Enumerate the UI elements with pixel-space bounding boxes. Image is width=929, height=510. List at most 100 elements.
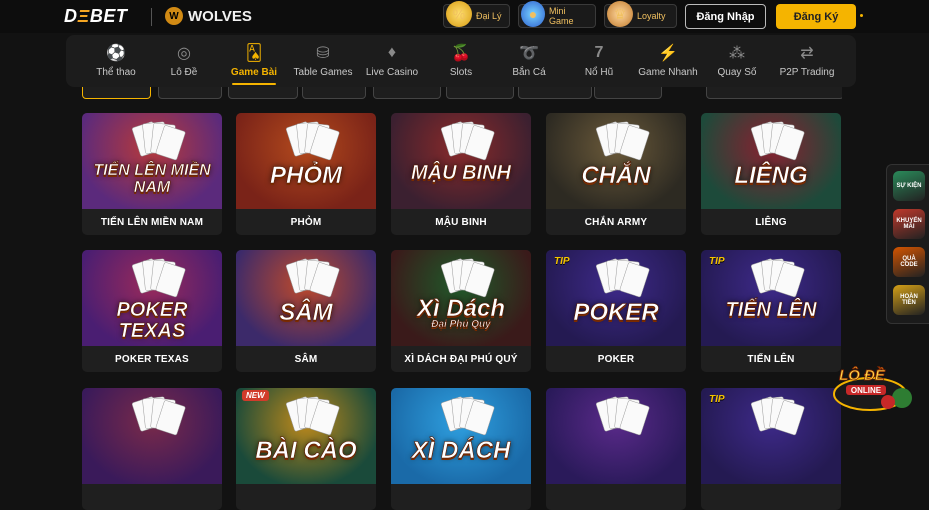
login-button[interactable]: Đăng Nhập [685, 4, 766, 29]
playing-cards-icon: 🂡 [245, 45, 263, 62]
promo-label: Đại Lý [476, 11, 502, 21]
game-thumbnail: TIP TIẾN LÊN [701, 250, 841, 346]
tab-live-casino[interactable]: ♦ Live Casino [364, 35, 420, 87]
provider-tab[interactable] [158, 87, 222, 99]
promo-icon[interactable]: KHUYẾN MÃI [893, 209, 925, 239]
game-thumbnail: Xì Dách Đại Phú Quý [391, 250, 531, 346]
promo-loyalty-button[interactable]: ♛ Loyalty [604, 1, 677, 28]
tab-p2p-trading[interactable]: ⇄ P2P Trading [774, 35, 840, 87]
game-title: POKER [597, 353, 635, 365]
fish-icon: ➰ [519, 45, 539, 62]
diamond-suit-icon: ♦ [387, 44, 397, 61]
lode-online-widget[interactable]: LÔ ĐỀ ONLINE [818, 358, 914, 416]
category-nav: ⚽ Thể thao ◎ Lô Đề 🂡 Game Bài ⛁ Table Ga… [66, 35, 856, 87]
game-thumbnail [82, 388, 222, 484]
game-card[interactable]: NEW BÀI CÀO [236, 388, 376, 510]
game-thumbnail: XÌ DÁCH [391, 388, 531, 484]
top-bar: DΞBET W WOLVES % Đại Lý ● Mini Game ♛ Lo… [0, 0, 929, 33]
partner-logo[interactable]: W WOLVES [165, 7, 252, 25]
p2p-icon: ⇄ [800, 45, 814, 62]
partner-name: WOLVES [188, 7, 252, 25]
ball-icon: ● [521, 1, 545, 27]
game-title: MẬU BINH [435, 216, 487, 228]
game-art-title: TIẾN LÊN [725, 299, 817, 321]
game-card[interactable]: TIP POKER POKER [546, 250, 686, 372]
side-label: QUÀ CODE [900, 256, 918, 268]
tab-game-bai[interactable]: 🂡 Game Bài [226, 35, 282, 87]
promo-agent-button[interactable]: % Đại Lý [443, 1, 510, 28]
tab-ban-ca[interactable]: ➰ Bắn Cá [501, 35, 557, 87]
game-art-title: PHỎM [270, 162, 343, 189]
game-card[interactable] [82, 388, 222, 510]
provider-tab[interactable] [518, 87, 592, 99]
tab-label: Lô Đề [170, 67, 198, 78]
playing-cards-art-icon [285, 121, 340, 161]
provider-tab[interactable] [373, 87, 441, 99]
tab-no-hu[interactable]: 7 Nổ Hũ [571, 35, 627, 87]
game-title: LIÊNG [755, 216, 787, 228]
game-card[interactable]: MẬU BINH MẬU BINH [391, 113, 531, 235]
tab-label: Quay Số [717, 67, 757, 78]
tab-label: Live Casino [365, 67, 419, 78]
promo-label: Loyalty [637, 11, 666, 21]
game-card[interactable]: POKER TEXAS POKER TEXAS [82, 250, 222, 372]
tab-the-thao[interactable]: ⚽ Thể thao [88, 35, 144, 87]
game-card[interactable]: TIP TIẾN LÊN TIẾN LÊN [701, 250, 841, 372]
game-card[interactable] [546, 388, 686, 510]
game-art-title: SÂM [279, 299, 333, 326]
game-thumbnail: MẬU BINH [391, 113, 531, 209]
provider-tab[interactable] [228, 87, 298, 99]
provider-tab[interactable] [706, 87, 842, 99]
game-card[interactable]: TIẾN LÊN MIỀN NAM TIẾN LÊN MIỀN NAM [82, 113, 222, 235]
soccer-ball-icon: ⚽ [106, 45, 126, 62]
promo-minigame-button[interactable]: ● Mini Game [518, 1, 596, 28]
provider-tab[interactable] [594, 87, 662, 99]
gift-code-icon[interactable]: QUÀ CODE [893, 247, 925, 277]
game-art-title: TIẾN LÊN MIỀN NAM [93, 162, 211, 196]
tab-quay-so[interactable]: ⁂ Quay Số [709, 35, 765, 87]
seven-icon: 7 [594, 44, 604, 61]
game-art-title: LIÊNG [734, 162, 808, 189]
lottery-ball-icon: ◎ [177, 45, 191, 62]
tab-label: Slots [449, 67, 473, 78]
game-thumbnail: PHỎM [236, 113, 376, 209]
percent-coin-icon: % [446, 1, 472, 27]
playing-cards-art-icon [285, 396, 340, 436]
game-art-title: MẬU BINH [411, 162, 512, 184]
event-icon[interactable]: SỰ KIỆN [893, 171, 925, 201]
tab-lo-de[interactable]: ◎ Lô Đề [156, 35, 212, 87]
game-card[interactable]: Xì Dách Đại Phú Quý XÌ DÁCH ĐẠI PHÚ QUÝ [391, 250, 531, 372]
game-thumbnail: CHẮN [546, 113, 686, 209]
number-balls-icon: ⁂ [729, 45, 745, 62]
logo-text-2: BET [89, 6, 128, 26]
game-card[interactable]: XÌ DÁCH [391, 388, 531, 510]
playing-cards-art-icon [595, 121, 650, 161]
game-card[interactable]: LIÊNG LIÊNG [701, 113, 841, 235]
game-thumbnail: LIÊNG [701, 113, 841, 209]
register-button[interactable]: Đăng Ký [776, 4, 856, 29]
lode-sub: ONLINE [851, 386, 882, 395]
cashback-icon[interactable]: HOÀN TIỀN [893, 285, 925, 315]
lightning-icon: ⚡ [658, 45, 678, 62]
promo-label: Mini Game [548, 6, 574, 26]
game-title: TIẾN LÊN MIỀN NAM [100, 216, 204, 228]
provider-tab[interactable] [82, 87, 151, 99]
provider-tab[interactable] [302, 87, 366, 99]
game-card[interactable]: CHẮN CHẮN ARMY [546, 113, 686, 235]
provider-badge: TIP [554, 256, 570, 267]
tab-table-games[interactable]: ⛁ Table Games [292, 35, 354, 87]
site-logo[interactable]: DΞBET [64, 6, 127, 27]
game-card[interactable]: PHỎM PHỎM [236, 113, 376, 235]
playing-cards-art-icon [440, 396, 495, 436]
tab-game-nhanh[interactable]: ⚡ Game Nhanh [636, 35, 700, 87]
game-art-title: Xì Dách [416, 295, 506, 322]
tab-label: P2P Trading [779, 67, 835, 78]
game-art-title: CHẮN [581, 162, 651, 189]
game-card[interactable]: SÂM SÂM [236, 250, 376, 372]
provider-tab[interactable] [446, 87, 514, 99]
tab-label: Thể thao [96, 67, 136, 78]
game-title: XÌ DÁCH ĐẠI PHÚ QUÝ [404, 353, 518, 365]
tab-slots[interactable]: 🍒 Slots [433, 35, 489, 87]
game-thumbnail: POKER TEXAS [82, 250, 222, 346]
game-title: SÂM [294, 353, 318, 365]
